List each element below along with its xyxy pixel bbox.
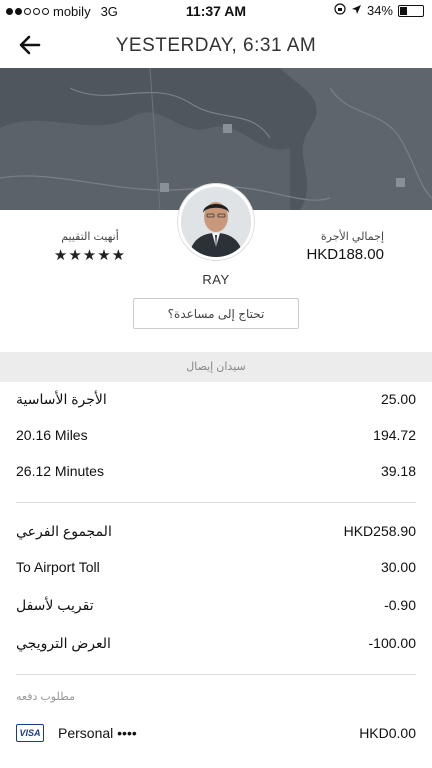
driver-photo	[181, 187, 251, 257]
visa-card-icon: VISA	[16, 724, 44, 742]
driver-avatar	[178, 184, 254, 260]
location-arrow-icon	[351, 3, 362, 18]
payment-method-row[interactable]: VISA Personal •••• HKD0.00	[0, 718, 432, 750]
driver-name: RAY	[202, 272, 230, 287]
fare-row-value: 194.72	[373, 427, 416, 443]
fare-row-distance: 20.16 Miles 194.72	[0, 418, 432, 454]
fare-row-rounding: تقريب لأسفل -0.90	[0, 588, 432, 624]
fare-row-label: 20.16 Miles	[16, 427, 88, 443]
fare-row-subtotal: المجموع الفرعي HKD258.90	[0, 514, 432, 550]
rating-stars[interactable]: ★★★★★	[50, 246, 130, 264]
fare-row-value: -0.90	[384, 597, 416, 613]
status-right: 34%	[334, 3, 424, 18]
fare-row-time: 26.12 Minutes 39.18	[0, 454, 432, 490]
header: YESTERDAY, 6:31 AM	[0, 22, 432, 68]
payment-amount: HKD0.00	[359, 725, 416, 741]
total-fare-label: إجمالي الأجرة	[320, 231, 384, 243]
fare-row-label: 26.12 Minutes	[16, 463, 104, 479]
fare-row-promotion: العرض الترويجي -100.00	[0, 626, 432, 662]
battery-percent: 34%	[366, 3, 393, 18]
fare-row-value: HKD258.90	[343, 523, 416, 539]
page-title: YESTERDAY, 6:31 AM	[115, 35, 317, 56]
fare-row-value: 25.00	[380, 391, 416, 407]
divider	[16, 674, 416, 675]
divider	[16, 502, 416, 503]
help-button[interactable]: تحتاج إلى مساعدة؟	[133, 298, 299, 329]
trip-summary: أنهيت التقييم ★★★★★ RAY إجمالي الأجرة HK…	[0, 184, 432, 352]
rotation-lock-icon	[334, 3, 346, 18]
payment-section-label: مطلوب دفعه	[16, 691, 76, 703]
fare-row-value: -100.00	[368, 635, 416, 651]
fare-row-label: المجموع الفرعي	[16, 523, 112, 539]
battery-icon	[398, 4, 424, 17]
payment-profile-name: Personal ••••	[58, 725, 137, 741]
total-fare-value: HKD188.00	[306, 246, 384, 263]
fare-row-value: 39.18	[380, 463, 416, 479]
vehicle-type-bar: سيدان إيصال	[0, 352, 432, 382]
fare-row-toll: To Airport Toll 30.00	[0, 550, 432, 586]
fare-row-base: الأجرة الأساسية 25.00	[0, 382, 432, 418]
fare-row-label: تقريب لأسفل	[16, 597, 94, 613]
fare-row-value: 30.00	[380, 559, 416, 575]
fare-row-label: To Airport Toll	[16, 559, 100, 575]
rating-label: أنهيت التقييم	[61, 231, 119, 243]
fare-row-label: العرض الترويجي	[16, 635, 111, 651]
status-bar: mobily 3G 11:37 AM 34%	[0, 0, 432, 22]
fare-row-label: الأجرة الأساسية	[16, 391, 107, 407]
